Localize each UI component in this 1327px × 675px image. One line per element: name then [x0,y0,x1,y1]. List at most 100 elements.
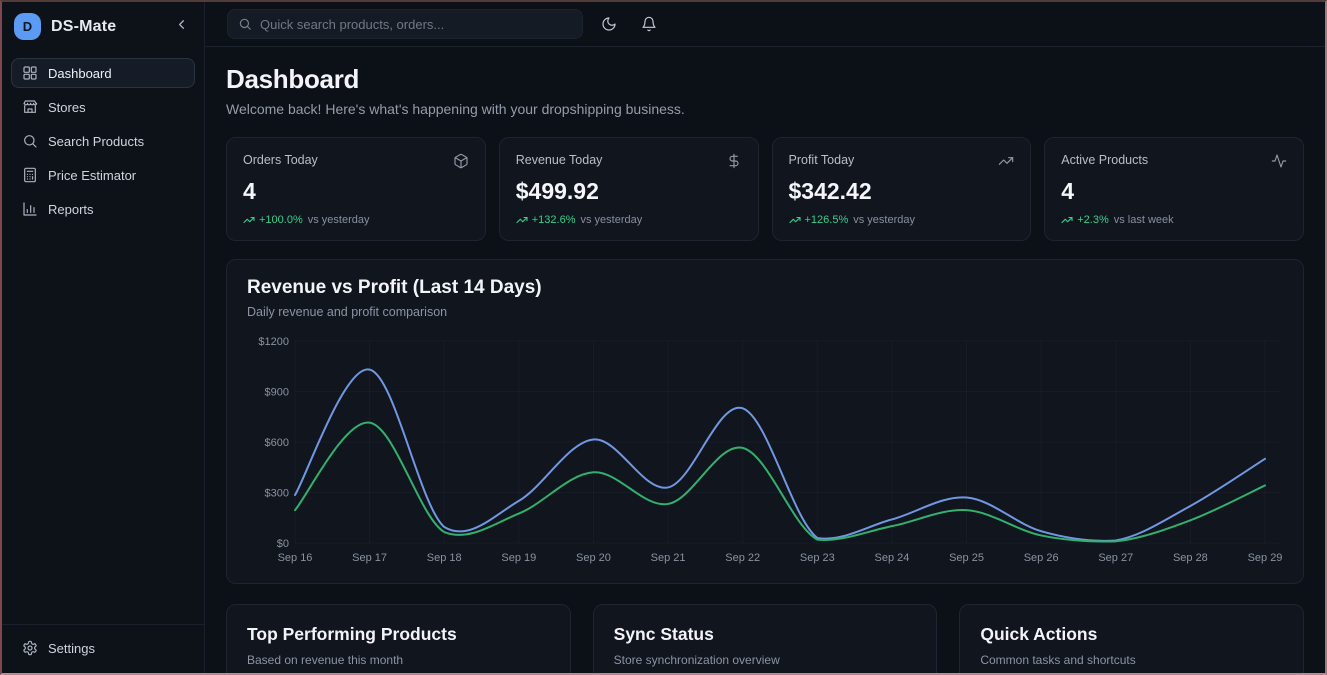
bell-icon [641,16,657,32]
trend-up-group: +100.0% [243,214,303,226]
card-subtitle: Store synchronization overview [614,653,917,667]
logo-letter: D [23,19,32,34]
brand: D DS-Mate [2,2,204,50]
y-axis-tick-label: $300 [265,488,289,500]
trending-up-icon [789,214,801,226]
stat-change-suffix: vs yesterday [853,214,915,226]
stat-card-profit-today: Profit Today $342.42 +126.5% vs yesterda… [772,137,1032,241]
x-axis-tick-label: Sep 26 [1024,552,1059,564]
y-axis-tick-label: $900 [265,387,289,399]
sidebar-item-label: Reports [48,202,94,217]
stat-value: $499.92 [516,178,742,205]
chart-svg: $0$300$600$900$1200Sep 16Sep 17Sep 18Sep… [247,331,1281,569]
stat-value: 4 [1061,178,1287,205]
topbar [205,2,1325,47]
trend-up-group: +2.3% [1061,214,1109,226]
chart-title: Revenue vs Profit (Last 14 Days) [247,277,1283,299]
sync-status-card: Sync Status Store synchronization overvi… [593,604,938,673]
sidebar-item-label: Dashboard [48,66,112,81]
stat-value: $342.42 [789,178,1015,205]
sidebar-item-price-estimator[interactable]: Price Estimator [11,160,195,190]
stat-value: 4 [243,178,469,205]
page-title: Dashboard [226,64,1304,95]
trending-up-icon [1061,214,1073,226]
sidebar-footer: Settings [2,624,204,673]
sidebar-item-label: Search Products [48,134,144,149]
card-subtitle: Based on revenue this month [247,653,550,667]
sidebar-item-stores[interactable]: Stores [11,92,195,122]
theme-toggle-button[interactable] [595,10,623,38]
x-axis-tick-label: Sep 18 [427,552,462,564]
chart-subtitle: Daily revenue and profit comparison [247,305,1283,319]
x-axis-tick-label: Sep 24 [874,552,909,564]
page-subtitle: Welcome back! Here's what's happening wi… [226,101,1304,117]
revenue-profit-chart-card: Revenue vs Profit (Last 14 Days) Daily r… [226,259,1304,584]
card-title: Top Performing Products [247,624,550,645]
top-performing-products-card: Top Performing Products Based on revenue… [226,604,571,673]
x-axis-tick-label: Sep 25 [949,552,984,564]
sidebar-item-settings[interactable]: Settings [11,633,195,663]
x-axis-tick-label: Sep 29 [1248,552,1283,564]
package-icon [453,153,469,169]
search-input[interactable] [260,17,572,32]
card-title: Sync Status [614,624,917,645]
y-axis-tick-label: $600 [265,437,289,449]
stat-change: +2.3% [1077,214,1109,226]
card-subtitle: Common tasks and shortcuts [980,653,1283,667]
stat-label: Profit Today [789,153,855,167]
revenue-line [295,369,1265,540]
stats-row: Orders Today 4 +100.0% vs yesterday Rev [226,137,1304,241]
x-axis-tick-label: Sep 16 [278,552,313,564]
bottom-cards-row: Top Performing Products Based on revenue… [226,604,1304,673]
x-axis-tick-label: Sep 28 [1173,552,1208,564]
sidebar-item-dashboard[interactable]: Dashboard [11,58,195,88]
dollar-icon [726,153,742,169]
sidebar-item-label: Settings [48,641,95,656]
line-chart: $0$300$600$900$1200Sep 16Sep 17Sep 18Sep… [247,331,1283,569]
stat-change-suffix: vs last week [1114,214,1174,226]
main-area: Dashboard Welcome back! Here's what's ha… [205,2,1325,673]
stat-change-suffix: vs yesterday [308,214,370,226]
sidebar-nav: Dashboard Stores Search Products Price E… [2,50,204,232]
stat-label: Revenue Today [516,153,603,167]
quick-actions-card: Quick Actions Common tasks and shortcuts [959,604,1304,673]
x-axis-tick-label: Sep 17 [352,552,387,564]
trending-up-icon [516,214,528,226]
quick-search[interactable] [227,9,583,39]
stat-card-orders-today: Orders Today 4 +100.0% vs yesterday [226,137,486,241]
sidebar-item-label: Stores [48,100,86,115]
trending-up-icon [243,214,255,226]
notifications-button[interactable] [635,10,663,38]
chevron-left-icon [174,17,189,37]
store-icon [22,99,38,115]
trending-up-icon [998,153,1014,169]
trend-up-group: +126.5% [789,214,849,226]
bar-chart-icon [22,201,38,217]
stat-card-revenue-today: Revenue Today $499.92 +132.6% vs yesterd… [499,137,759,241]
sidebar-spacer [2,232,204,624]
y-axis-tick-label: $0 [277,538,289,550]
sidebar-item-reports[interactable]: Reports [11,194,195,224]
moon-icon [601,16,617,32]
stat-change: +132.6% [532,214,576,226]
search-icon [22,133,38,149]
app-name: DS-Mate [51,18,160,36]
stat-label: Active Products [1061,153,1148,167]
stat-change-suffix: vs yesterday [580,214,642,226]
x-axis-tick-label: Sep 19 [501,552,536,564]
stat-card-active-products: Active Products 4 +2.3% vs last week [1044,137,1304,241]
x-axis-tick-label: Sep 23 [800,552,835,564]
x-axis-tick-label: Sep 21 [651,552,686,564]
activity-icon [1271,153,1287,169]
sidebar: D DS-Mate Dashboard Stores Search Produc… [2,2,205,673]
gear-icon [22,640,38,656]
sidebar-collapse-button[interactable] [170,16,192,38]
x-axis-tick-label: Sep 27 [1098,552,1133,564]
stat-label: Orders Today [243,153,318,167]
app-logo: D [14,13,41,40]
calculator-icon [22,167,38,183]
page-content: Dashboard Welcome back! Here's what's ha… [205,47,1325,673]
sidebar-item-search-products[interactable]: Search Products [11,126,195,156]
search-icon [238,17,252,31]
trend-up-group: +132.6% [516,214,576,226]
